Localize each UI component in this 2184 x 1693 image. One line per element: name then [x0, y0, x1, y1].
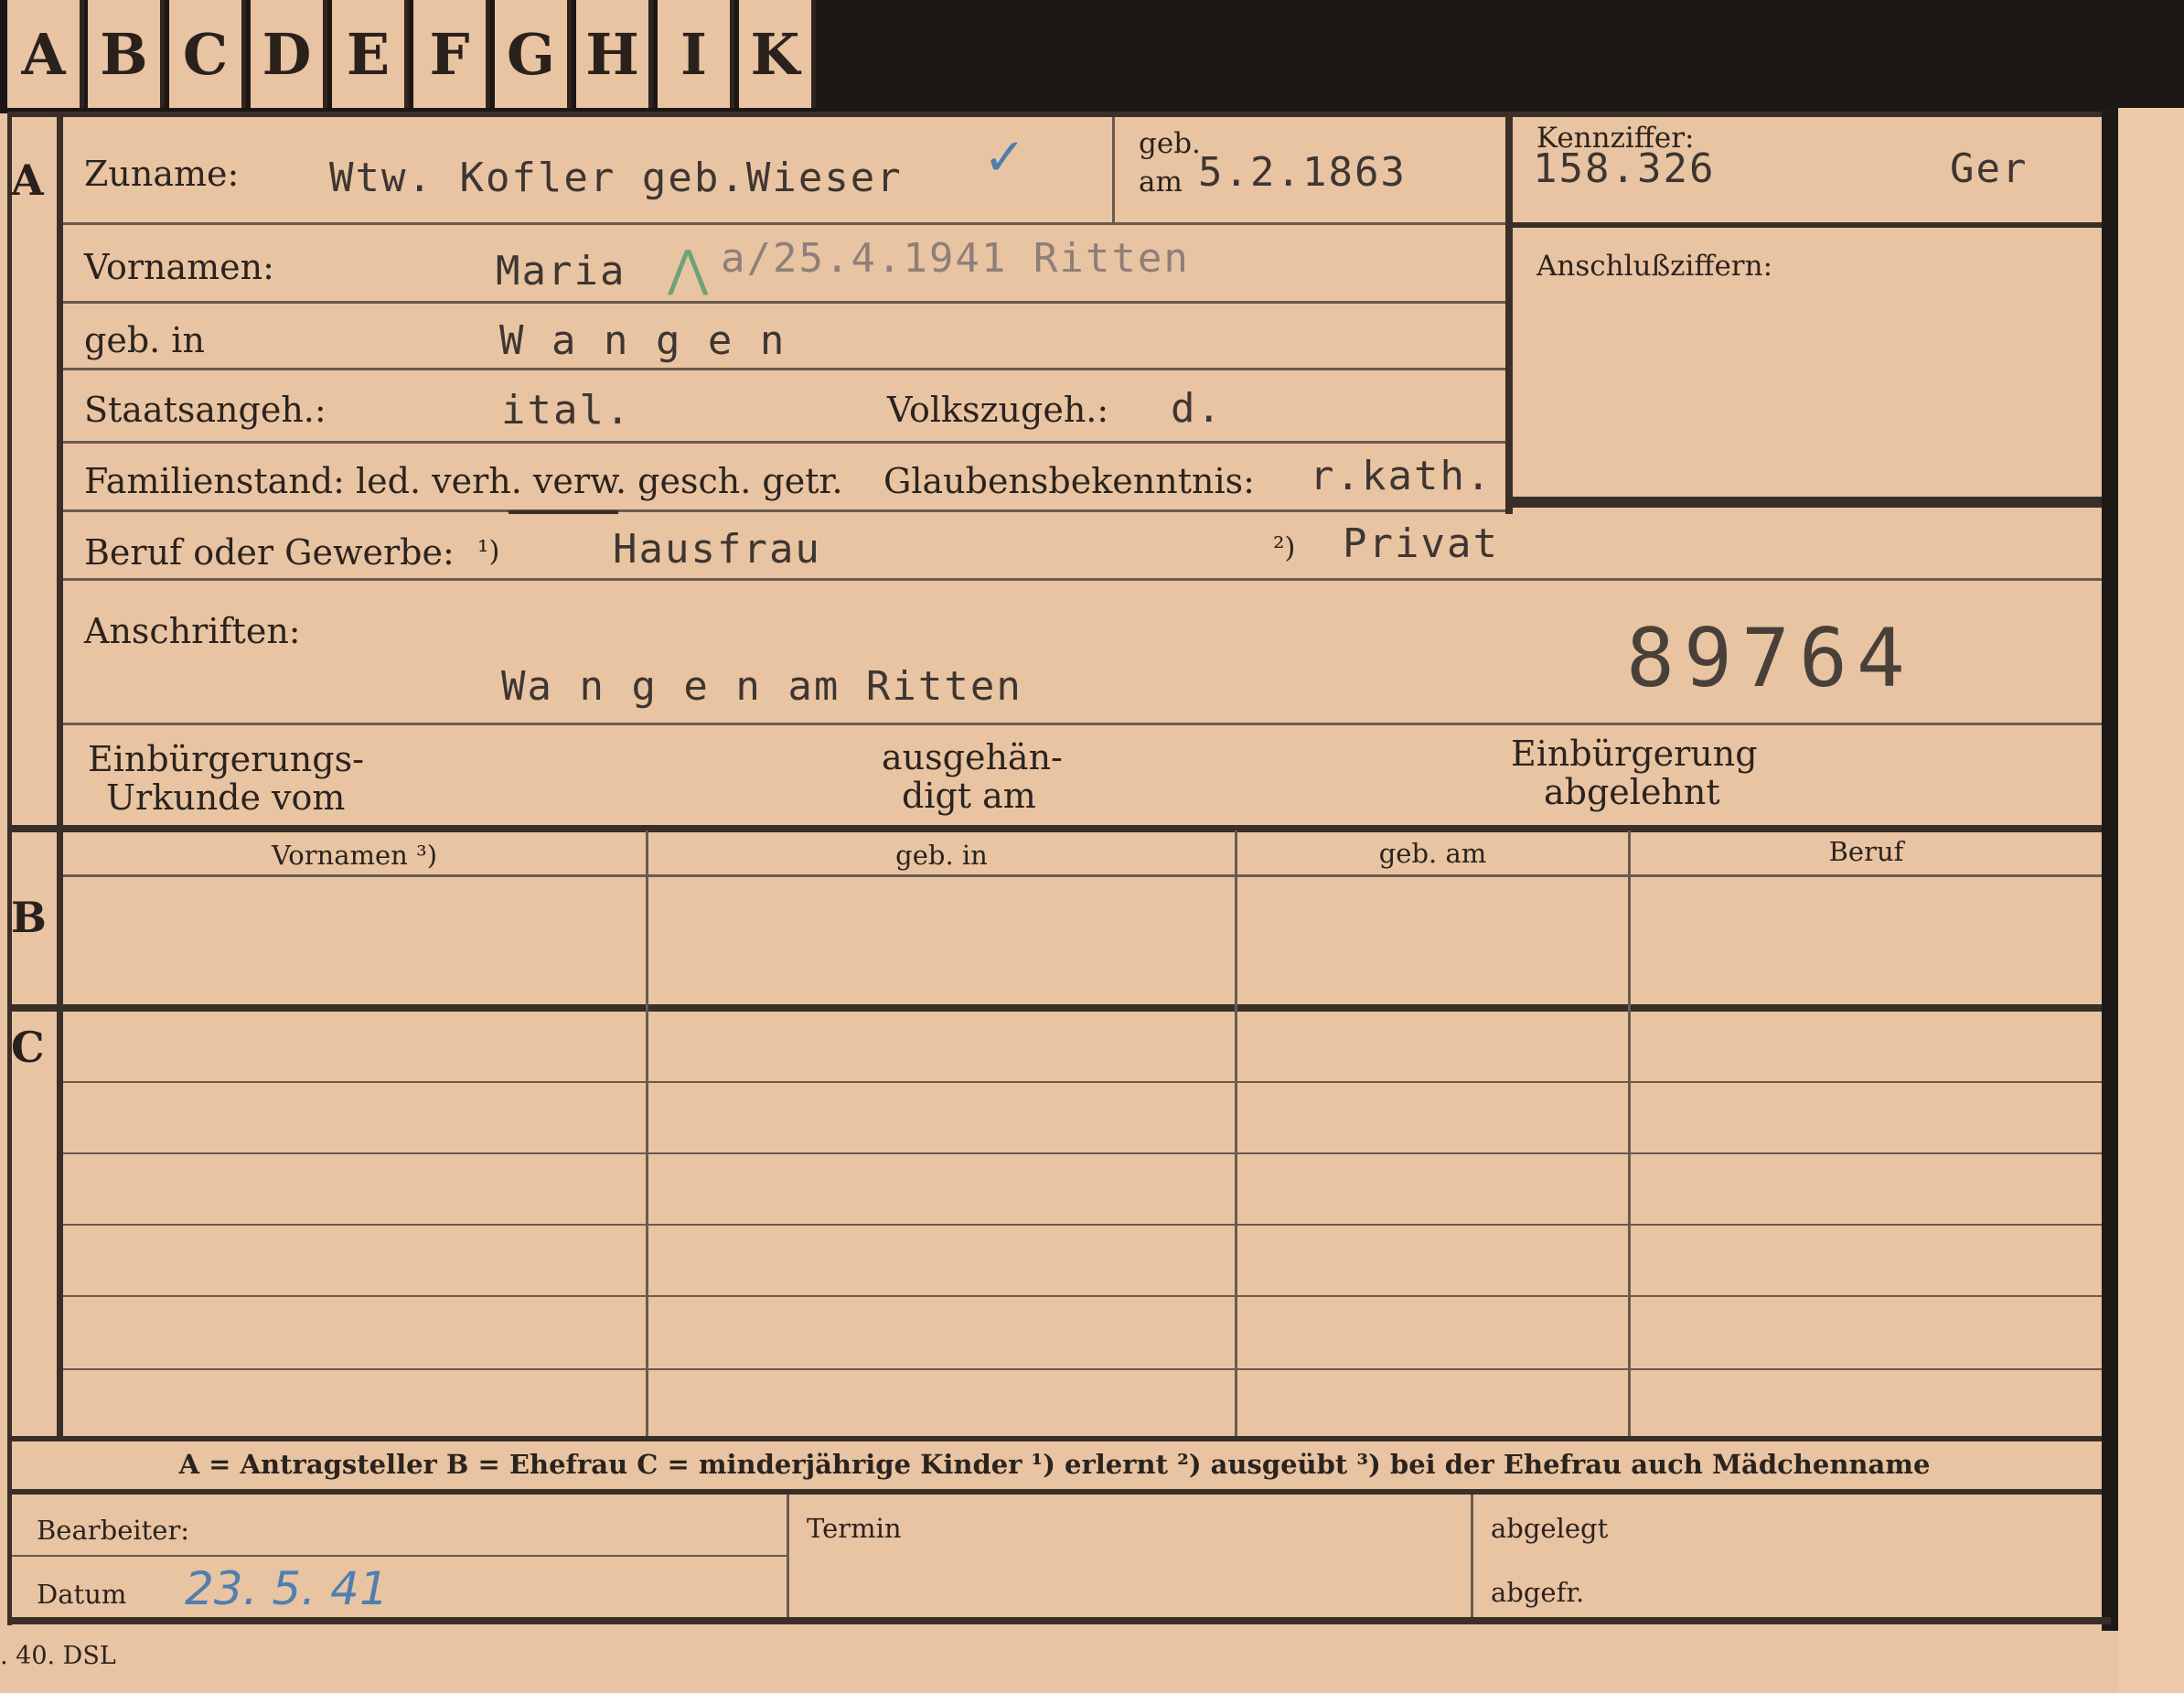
- print-mark: . 40. DSL: [0, 1642, 116, 1670]
- label-geb-in: geb. in: [84, 320, 205, 360]
- c-row-line-1: [63, 1081, 2102, 1083]
- frame-left-inner: [57, 112, 63, 1438]
- footer-value-datum: 23. 5. 41: [185, 1562, 389, 1615]
- kennziffer-box-divider: [1513, 222, 2102, 228]
- table-header-beruf: Beruf: [1828, 836, 1904, 867]
- label-einbuergerung-abgelehnt-2: abgelehnt: [1544, 772, 1720, 812]
- table-header-geb-in: geb. in: [895, 840, 988, 871]
- value-geb-am: 5.2.1863: [1198, 149, 1407, 196]
- tab-e[interactable]: E: [332, 0, 409, 108]
- label-einbuergerung-urkunde-1: Einbürgerungs-: [88, 739, 364, 779]
- value-beruf-2: Privat: [1343, 520, 1499, 567]
- label-beruf: Beruf oder Gewerbe:: [84, 532, 455, 573]
- value-volkszugeh: d.: [1171, 385, 1223, 432]
- stamp-number: 89764: [1626, 611, 1914, 705]
- rule-4: [63, 441, 1505, 444]
- value-geb-in: W a n g e n: [499, 317, 787, 364]
- label-glaubensbekenntnis: Glaubensbekenntnis:: [883, 461, 1255, 501]
- checkmark-icon: ✓: [983, 128, 1026, 188]
- footer-label-abgelegt: abgelegt: [1491, 1513, 1609, 1544]
- frame-bottom: [7, 1617, 2111, 1624]
- label-vornamen: Vornamen:: [84, 247, 274, 287]
- pencil-mark-icon: ⋀: [668, 240, 709, 297]
- footer-label-termin: Termin: [807, 1513, 902, 1544]
- kennziffer-box-bottom: [1513, 497, 2102, 508]
- footer-divider-1: [787, 1495, 789, 1617]
- value-glaubensbekenntnis: r.kath.: [1310, 453, 1493, 499]
- tab-h[interactable]: H: [576, 0, 653, 108]
- label-geb-am-1: geb.: [1139, 127, 1201, 160]
- value-kennziffer: 158.326: [1533, 145, 1716, 192]
- tab-f[interactable]: F: [413, 0, 490, 108]
- c-row-line-2: [63, 1152, 2102, 1154]
- label-ausgehaendigt-2: digt am: [902, 776, 1036, 816]
- rule-3: [63, 368, 1505, 370]
- label-beruf-note1: ¹): [477, 535, 500, 568]
- col-divider-2: [1235, 830, 1237, 1439]
- footer-rule-left: [12, 1555, 787, 1557]
- kennziffer-box-left: [1505, 112, 1513, 514]
- tab-d[interactable]: D: [251, 0, 327, 108]
- card-right-edge: [2102, 108, 2118, 1631]
- footer-label-datum: Datum: [37, 1579, 127, 1610]
- footer-divider-2: [1471, 1495, 1473, 1617]
- footer-label-bearbeiter: Bearbeiter:: [37, 1515, 190, 1546]
- value-beruf-1: Hausfrau: [613, 526, 821, 573]
- label-volkszugeh: Volkszugeh.:: [887, 390, 1109, 430]
- rule-table-header: [63, 874, 2102, 877]
- col-divider-1: [646, 830, 648, 1439]
- value-vornamen-note: a/25.4.1941 Ritten: [721, 235, 1190, 282]
- divider-geb-am: [1112, 117, 1115, 225]
- rule-section-b-top: [7, 825, 2102, 832]
- footer-label-abgefr: abgefr.: [1491, 1577, 1585, 1608]
- label-ausgehaendigt-1: ausgehän-: [882, 737, 1063, 777]
- c-row-line-4: [63, 1295, 2102, 1297]
- rule-legend-bottom: [7, 1489, 2102, 1495]
- tab-i[interactable]: I: [658, 0, 734, 108]
- card-outer-margin: [2118, 108, 2184, 1693]
- frame-left-outer: [7, 112, 12, 1625]
- label-einbuergerung-abgelehnt-1: Einbürgerung: [1511, 734, 1758, 774]
- tab-c[interactable]: C: [169, 0, 246, 108]
- tab-strip: A B C D E F G H I K: [0, 0, 823, 113]
- section-a-letter: A: [11, 155, 44, 205]
- rule-section-c-top: [7, 1004, 2102, 1012]
- legend-text: A = Antragsteller B = Ehefrau C = minder…: [178, 1449, 1931, 1480]
- frame-top: [7, 112, 2102, 117]
- rule-2: [63, 301, 1505, 304]
- label-geb-am-2: am: [1139, 166, 1183, 198]
- label-anschlussziffern: Anschlußziffern:: [1536, 250, 1773, 283]
- value-kennziffer-suffix: Ger: [1950, 145, 2029, 192]
- c-row-line-3: [63, 1224, 2102, 1226]
- label-beruf-note2: ²): [1273, 531, 1296, 564]
- c-row-line-5: [63, 1368, 2102, 1370]
- rule-6: [63, 578, 2102, 581]
- rule-7: [63, 723, 2102, 725]
- table-header-geb-am: geb. am: [1378, 838, 1487, 869]
- label-staatsangeh: Staatsangeh.:: [84, 390, 327, 430]
- rule-5: [63, 509, 1505, 512]
- tab-a[interactable]: A: [7, 0, 84, 108]
- rule-1: [63, 222, 1505, 225]
- label-einbuergerung-urkunde-2: Urkunde vom: [106, 777, 346, 818]
- tab-b[interactable]: B: [88, 0, 165, 108]
- section-c-letter: C: [11, 1023, 45, 1072]
- table-header-vornamen: Vornamen ³): [271, 840, 438, 871]
- familienstand-underline: [509, 510, 618, 514]
- value-staatsangeh: ital.: [501, 387, 632, 434]
- col-divider-3: [1628, 830, 1631, 1439]
- value-vornamen: Maria: [496, 248, 626, 295]
- tab-g[interactable]: G: [495, 0, 572, 108]
- section-b-letter: B: [11, 893, 47, 942]
- value-anschrift: Wa n g e n am Ritten: [501, 663, 1022, 710]
- label-anschriften: Anschriften:: [84, 611, 301, 651]
- tab-k[interactable]: K: [739, 0, 816, 108]
- label-familienstand: Familienstand: led. verh. verw. gesch. g…: [84, 461, 843, 501]
- label-zuname: Zuname:: [84, 154, 240, 194]
- value-zuname: Wtw. Kofler geb.Wieser: [329, 155, 903, 201]
- rule-legend-top: [7, 1436, 2102, 1441]
